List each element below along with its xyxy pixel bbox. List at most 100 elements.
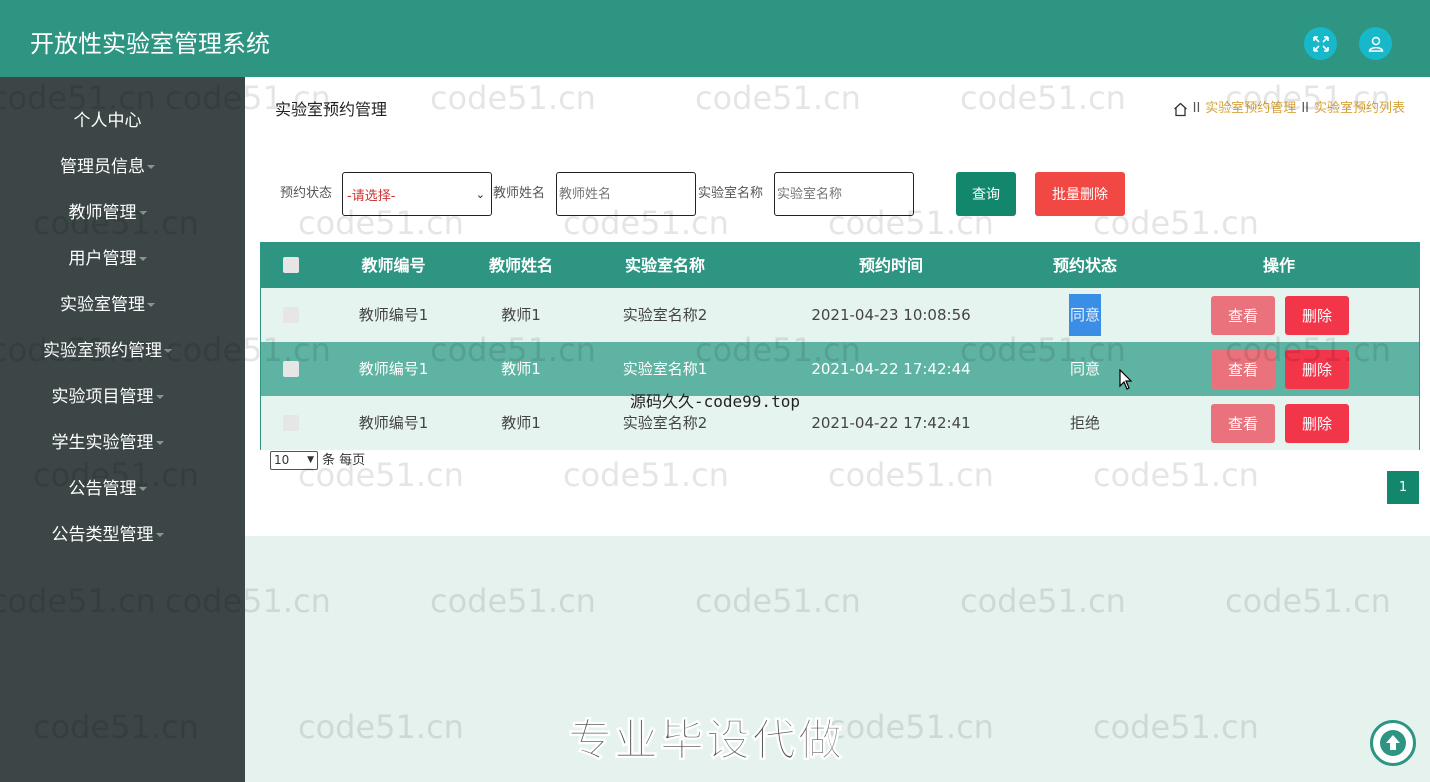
caret-down-icon xyxy=(138,257,147,261)
status-label: 预约状态 xyxy=(280,186,333,201)
lab-name-cell: 实验室名称1 xyxy=(622,360,708,378)
caret-down-icon xyxy=(155,441,164,445)
status-text: 同意 xyxy=(1068,294,1101,336)
status-select-value: -请选择- xyxy=(347,188,396,204)
breadcrumb-item[interactable]: 实验室预约管理 xyxy=(1205,99,1296,119)
caret-down-icon xyxy=(155,395,164,399)
reservation-time-cell: 2021-04-22 17:42:44 xyxy=(811,360,971,378)
sidebar-item-personal-center[interactable]: 个人中心 xyxy=(0,106,215,136)
sidebar-item-lab-reservation[interactable]: 实验室预约管理 xyxy=(0,336,215,366)
sidebar: 个人中心 管理员信息 教师管理 用户管理 实验室管理 实验室预约管理 实验项目管… xyxy=(0,77,245,782)
teacher-name-cell: 教师1 xyxy=(501,360,541,378)
status-cell: 同意 xyxy=(1069,360,1100,378)
sidebar-item-user[interactable]: 用户管理 xyxy=(0,244,215,274)
page-button-current[interactable]: 1 xyxy=(1387,471,1419,504)
table-row: 教师编号1 教师1 实验室名称2 2021-04-22 17:42:41 拒绝 … xyxy=(261,396,1419,450)
sidebar-item-label: 公告类型管理 xyxy=(51,525,154,545)
view-button[interactable]: 查看 xyxy=(1211,350,1275,389)
sidebar-item-label: 实验室预约管理 xyxy=(43,341,162,361)
breadcrumb: II 实验室预约管理 II 实验室预约列表 xyxy=(1173,99,1405,119)
column-header: 教师编号 xyxy=(361,256,426,275)
sidebar-item-notice-type[interactable]: 公告类型管理 xyxy=(0,520,215,550)
status-select[interactable]: -请选择- ⌄ xyxy=(342,172,492,216)
sidebar-item-label: 学生实验管理 xyxy=(51,433,154,453)
caret-down-icon xyxy=(147,165,155,169)
lab-name-input[interactable] xyxy=(774,172,914,216)
chevron-down-icon: ⌄ xyxy=(475,187,485,201)
delete-button[interactable]: 删除 xyxy=(1285,350,1349,389)
teacher-no-cell: 教师编号1 xyxy=(358,414,429,432)
table-row: 教师编号1 教师1 实验室名称2 2021-04-23 10:08:56 同意 … xyxy=(261,288,1419,342)
column-header: 教师姓名 xyxy=(488,256,553,275)
scroll-top-button[interactable] xyxy=(1370,720,1416,766)
watermark: code51.cn xyxy=(298,708,464,746)
user-button[interactable] xyxy=(1359,27,1392,60)
expand-icon xyxy=(1312,35,1329,52)
banner-overlay-text: 专业毕设代做 xyxy=(568,715,844,767)
sidebar-item-label: 教师管理 xyxy=(68,203,137,223)
select-all-checkbox[interactable] xyxy=(283,257,299,273)
sidebar-item-admin-info[interactable]: 管理员信息 xyxy=(0,152,215,182)
caret-down-icon xyxy=(155,533,164,537)
table-row: 教师编号1 教师1 实验室名称1 2021-04-22 17:42:44 同意 … xyxy=(261,342,1419,396)
column-header: 预约时间 xyxy=(858,256,923,275)
teacher-no-cell: 教师编号1 xyxy=(358,360,429,378)
caret-down-icon xyxy=(164,349,172,353)
column-header: 操作 xyxy=(1262,256,1295,275)
user-icon xyxy=(1368,36,1383,52)
batch-delete-button[interactable]: 批量删除 xyxy=(1035,172,1125,216)
caret-down-icon xyxy=(147,303,155,307)
arrow-up-icon xyxy=(1380,730,1406,756)
top-navbar: 开放性实验室管理系统 xyxy=(0,0,1430,77)
teacher-name-label: 教师姓名 xyxy=(493,186,546,201)
page-size-label: 条 每页 xyxy=(322,453,366,468)
watermark: code51.cn xyxy=(1093,708,1259,746)
sidebar-item-label: 个人中心 xyxy=(73,111,142,131)
delete-button[interactable]: 删除 xyxy=(1285,404,1349,443)
reservation-table: 教师编号 教师姓名 实验室名称 预约时间 预约状态 操作 教师编号1 教师1 实… xyxy=(260,242,1420,450)
sidebar-item-label: 用户管理 xyxy=(68,249,137,269)
row-checkbox[interactable] xyxy=(283,415,299,431)
page-size-value: 10 xyxy=(274,453,290,467)
column-header: 实验室名称 xyxy=(624,256,705,275)
column-header: 预约状态 xyxy=(1052,256,1117,275)
lab-name-label: 实验室名称 xyxy=(698,186,764,201)
row-checkbox[interactable] xyxy=(283,361,299,377)
delete-button[interactable]: 删除 xyxy=(1285,296,1349,335)
fullscreen-button[interactable] xyxy=(1304,27,1337,60)
teacher-name-input[interactable] xyxy=(556,172,696,216)
sidebar-item-lab[interactable]: 实验室管理 xyxy=(0,290,215,320)
home-icon[interactable] xyxy=(1173,102,1188,117)
breadcrumb-separator: II xyxy=(1192,101,1201,116)
teacher-name-cell: 教师1 xyxy=(501,414,541,432)
watermark: code51.cn xyxy=(1225,582,1391,620)
page-title: 实验室预约管理 xyxy=(275,100,388,119)
sidebar-item-label: 管理员信息 xyxy=(60,157,145,177)
sidebar-item-label: 实验室管理 xyxy=(60,295,145,315)
query-button[interactable]: 查询 xyxy=(956,172,1016,216)
table-header: 教师编号 教师姓名 实验室名称 预约时间 预约状态 操作 xyxy=(261,243,1419,288)
watermark: code51.cn xyxy=(695,582,861,620)
app-title: 开放性实验室管理系统 xyxy=(30,30,270,58)
watermark: code51.cn xyxy=(960,582,1126,620)
page-size-select[interactable]: 10 ▼ xyxy=(270,451,318,470)
teacher-no-cell: 教师编号1 xyxy=(358,306,429,324)
view-button[interactable]: 查看 xyxy=(1211,404,1275,443)
row-checkbox[interactable] xyxy=(283,307,299,323)
chevron-down-icon: ▼ xyxy=(307,455,314,465)
sidebar-item-label: 实验项目管理 xyxy=(51,387,154,407)
sidebar-item-lab-project[interactable]: 实验项目管理 xyxy=(0,382,215,412)
watermark: code51.cn xyxy=(828,708,994,746)
status-cell: 同意 xyxy=(1035,288,1135,342)
status-cell: 拒绝 xyxy=(1069,414,1100,432)
reservation-time-cell: 2021-04-22 17:42:41 xyxy=(811,414,971,432)
caret-down-icon xyxy=(138,487,147,491)
breadcrumb-item[interactable]: 实验室预约列表 xyxy=(1314,99,1405,119)
sidebar-item-teacher[interactable]: 教师管理 xyxy=(0,198,215,228)
caret-down-icon xyxy=(138,211,147,215)
view-button[interactable]: 查看 xyxy=(1211,296,1275,335)
sidebar-item-notice[interactable]: 公告管理 xyxy=(0,474,215,504)
teacher-name-cell: 教师1 xyxy=(501,306,541,324)
watermark: code51.cn xyxy=(430,582,596,620)
sidebar-item-student-experiment[interactable]: 学生实验管理 xyxy=(0,428,215,458)
